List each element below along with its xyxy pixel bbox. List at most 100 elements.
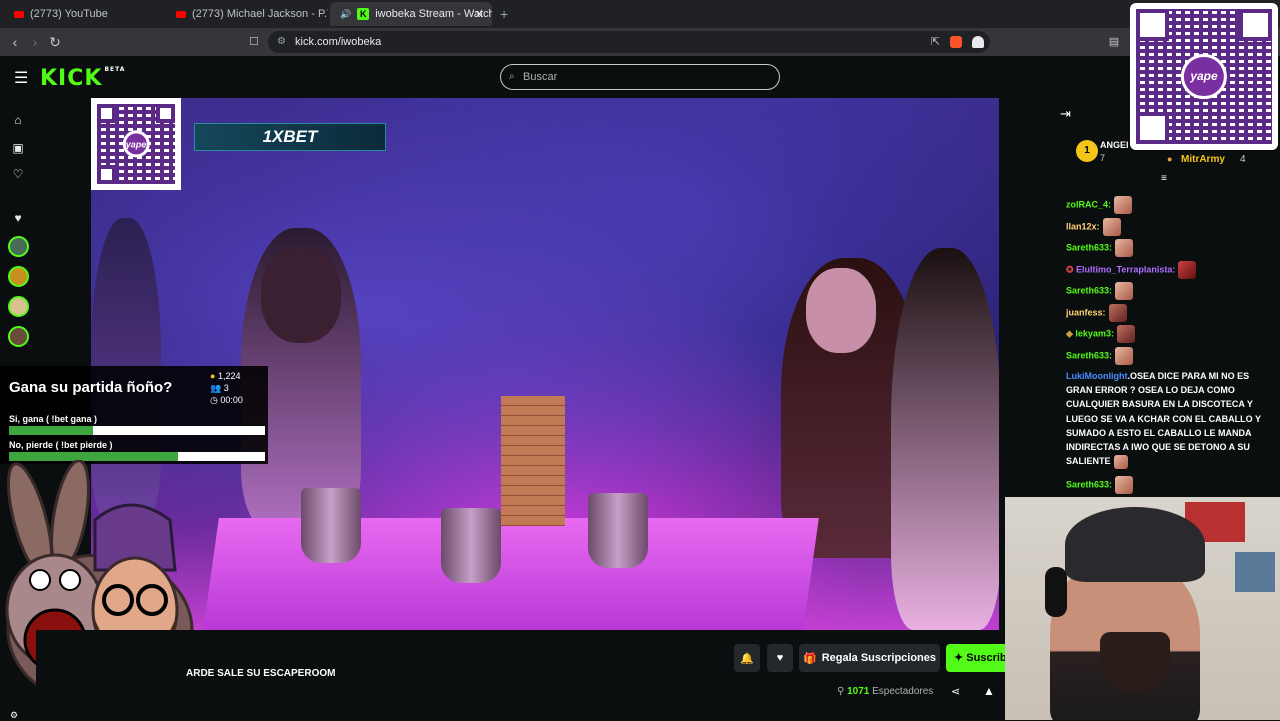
gifter-icon: ●	[1167, 154, 1173, 164]
viewers-number: 1071	[847, 686, 870, 697]
badge-icon: ✪	[1066, 264, 1077, 275]
poll-option-fill	[9, 426, 94, 435]
top-gifter-name[interactable]: ANGEl	[1100, 140, 1129, 150]
webcam-overlay	[1005, 497, 1280, 720]
chat-message: Sareth633:	[1066, 347, 1134, 365]
pinned-expand-icon[interactable]: ≡	[1161, 173, 1167, 184]
browse-icon[interactable]: ▣	[11, 141, 25, 155]
gift-subs-button[interactable]: 🎁 Regala Suscripciones	[799, 644, 940, 672]
url-field[interactable]: ⚙ kick.com/iwobeka ⇱	[268, 31, 990, 53]
poll-option-bar	[9, 426, 265, 435]
stream-title: ARDE SALE SU ESCAPEROOM	[186, 668, 336, 679]
chat-message: Sareth633:	[1066, 476, 1134, 494]
cup	[301, 488, 361, 563]
qr-code-overlay: yape	[1130, 3, 1278, 150]
follow-button[interactable]: ♥	[767, 644, 793, 672]
close-tab-icon[interactable]: ✕	[475, 8, 484, 21]
channel-avatar[interactable]	[8, 296, 29, 317]
sponsor-banner: 1XBET	[194, 123, 386, 151]
chat-username[interactable]: Elultimo_Terraplanista:	[1076, 264, 1175, 274]
share-icon[interactable]: ⋖	[951, 685, 960, 698]
report-icon[interactable]: ▲	[983, 684, 995, 698]
viewers-label: Espectadores	[872, 686, 934, 697]
channel-avatar[interactable]	[8, 266, 29, 287]
site-info-icon[interactable]: ⚙	[277, 31, 286, 53]
new-tab-icon[interactable]: +	[500, 6, 508, 22]
speaker-icon: 🔊	[340, 8, 352, 19]
person-figure	[891, 248, 999, 630]
chat-username[interactable]: zoIRAC_4:	[1066, 199, 1111, 209]
emote-icon	[1115, 347, 1134, 365]
following-heart-icon[interactable]: ♡	[11, 167, 25, 181]
browser-address-bar: ‹ › ↻ ☐ ⚙ kick.com/iwobeka ⇱ ▤	[0, 28, 1280, 56]
clock-icon: ◷	[210, 395, 218, 405]
poll-participants: 3	[223, 383, 229, 393]
channel-avatar[interactable]	[8, 236, 29, 257]
notification-bell-button[interactable]: 🔔	[734, 644, 760, 672]
tab-label: (2773) YouTube	[30, 8, 108, 20]
tab-label: (2773) Michael Jackson - P.Y.T. (Prett	[192, 8, 328, 20]
gift-subs-label: Regala Suscripciones	[821, 652, 937, 664]
chat-username[interactable]: Sareth633:	[1066, 242, 1112, 252]
browser-tab-michael-jackson[interactable]: (2773) Michael Jackson - P.Y.T. (Prett	[166, 2, 328, 26]
search-placeholder: Buscar	[523, 71, 558, 83]
poll-stats: ● 1,224 👥 3 ◷ 00:00	[210, 370, 243, 406]
subscribe-button[interactable]: ✦ Suscrib	[946, 644, 1008, 672]
collapse-chat-icon[interactable]: ⇥	[1060, 106, 1071, 122]
headphones	[1045, 567, 1067, 617]
share-icon[interactable]: ⇱	[931, 31, 940, 53]
chat-username[interactable]: llan12x:	[1066, 221, 1100, 231]
site-header: ☰ KICK BETA ⌕ Buscar	[0, 56, 1280, 98]
top-gifter-count: 7	[1100, 153, 1106, 163]
emote-icon	[1114, 196, 1133, 214]
emote-icon	[1115, 476, 1134, 494]
favorites-heart-icon[interactable]: ♥	[11, 211, 25, 225]
search-input[interactable]: ⌕ Buscar	[500, 64, 780, 90]
chat-message: juanfess:	[1066, 304, 1127, 322]
kick-logo[interactable]: KICK BETA	[40, 66, 125, 91]
rewards-icon[interactable]	[972, 36, 984, 48]
table	[203, 518, 819, 630]
browser-tab-youtube[interactable]: (2773) YouTube	[4, 2, 166, 26]
settings-icon[interactable]: ⚙	[10, 710, 18, 721]
top-gifter-count: 4	[1240, 154, 1246, 165]
menu-icon[interactable]: ☰	[14, 68, 28, 88]
chat-username[interactable]: Sareth633:	[1066, 350, 1112, 360]
streamer-cap	[1065, 507, 1205, 582]
logo-text: KICK	[40, 66, 103, 91]
cup	[588, 493, 648, 568]
sidebar-toggle-icon[interactable]: ▤	[1106, 34, 1122, 50]
browser-tab-kick[interactable]: 🔊 K iwobeka Stream - Watch Live ✕	[330, 2, 492, 26]
forward-icon[interactable]: ›	[27, 34, 43, 50]
chat-message: Sareth633:	[1066, 239, 1134, 257]
chat-username[interactable]: Sareth633:	[1066, 479, 1112, 489]
yape-logo: yape	[122, 130, 150, 158]
browser-tab-bar: (2773) YouTube (2773) Michael Jackson - …	[0, 0, 1280, 28]
chat-username[interactable]: Sareth633:	[1066, 285, 1112, 295]
yape-logo: yape	[1180, 53, 1228, 100]
chat-username[interactable]: lekyam3:	[1075, 328, 1114, 338]
top-gifter-name[interactable]: MitrArmy	[1181, 154, 1225, 165]
chat-username[interactable]: juanfess:	[1066, 307, 1106, 317]
bookmark-icon[interactable]: ☐	[246, 34, 262, 50]
poll-timer: 00:00	[220, 395, 243, 405]
person-head	[261, 248, 341, 343]
back-icon[interactable]: ‹	[7, 34, 23, 50]
poll-overlay: Gana su partida ñoño? ● 1,224 👥 3 ◷ 00:0…	[0, 366, 268, 464]
youtube-icon	[14, 10, 24, 18]
bell-icon: 🔔	[740, 652, 754, 665]
emote-icon	[1115, 282, 1134, 300]
channel-avatar[interactable]	[8, 326, 29, 347]
gift-icon: 🎁	[802, 652, 817, 665]
chat-username[interactable]: LukiMoonlight	[1066, 371, 1127, 381]
youtube-icon	[176, 10, 186, 18]
reload-icon[interactable]: ↻	[47, 34, 63, 50]
jenga-tower	[501, 396, 565, 526]
video-player[interactable]: 1XBET yape	[91, 98, 999, 630]
chat-message: zoIRAC_4:	[1066, 196, 1133, 214]
emote-icon	[1178, 261, 1197, 279]
brave-shield-icon[interactable]	[950, 36, 962, 48]
subscribe-label: Suscrib	[966, 652, 1007, 664]
home-icon[interactable]: ⌂	[11, 113, 25, 127]
viewer-count: ⚲ 1071 Espectadores	[837, 686, 933, 697]
